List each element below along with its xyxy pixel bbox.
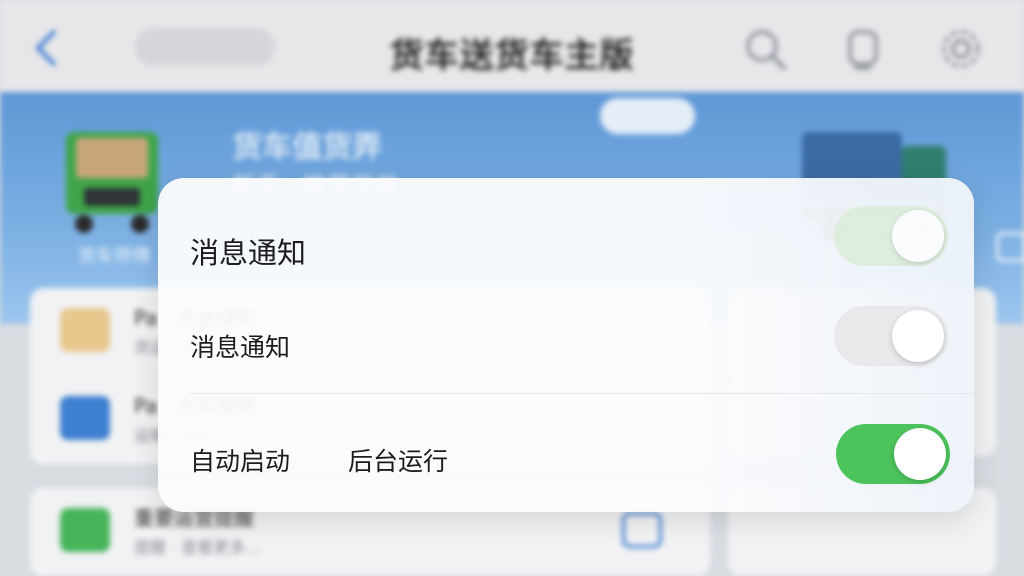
bell-icon [848,30,878,70]
search-icon [746,30,786,70]
toggle-knob [892,310,944,362]
toggle-knob [892,210,944,262]
search-button[interactable] [740,24,790,74]
dialog-title: 消息通知 [190,236,307,270]
background-run-label: 后台运行 [348,447,449,476]
notification-settings-dialog: 消息通知 消息通知 自动启动 后台运行 [158,178,974,512]
banner-title: 货车值货弄 [232,130,382,165]
notification-toggle[interactable] [834,306,948,366]
background-run-toggle[interactable] [836,424,950,484]
truck-icon [60,396,110,440]
notification-label: 消息通知 [190,333,291,362]
notification-button[interactable] [838,24,888,74]
clipboard-icon [60,508,110,552]
list-item-action[interactable] [622,512,662,548]
truck-icon [66,132,158,233]
auto-start-label: 自动启动 [190,447,291,476]
banner-truck-label: 货车师傅 [78,246,150,267]
divider [190,393,974,394]
list-item-subtitle: 提醒 · 查看更多... [134,538,261,557]
gear-icon [942,30,980,68]
top-bar: 货车送货车主版 [0,0,1024,92]
banner-chip[interactable] [996,232,1024,262]
cloud-decoration [600,98,695,134]
dialog-title-toggle[interactable] [834,206,948,266]
document-icon [60,308,110,352]
toggle-knob [894,428,946,480]
settings-button[interactable] [936,24,986,74]
